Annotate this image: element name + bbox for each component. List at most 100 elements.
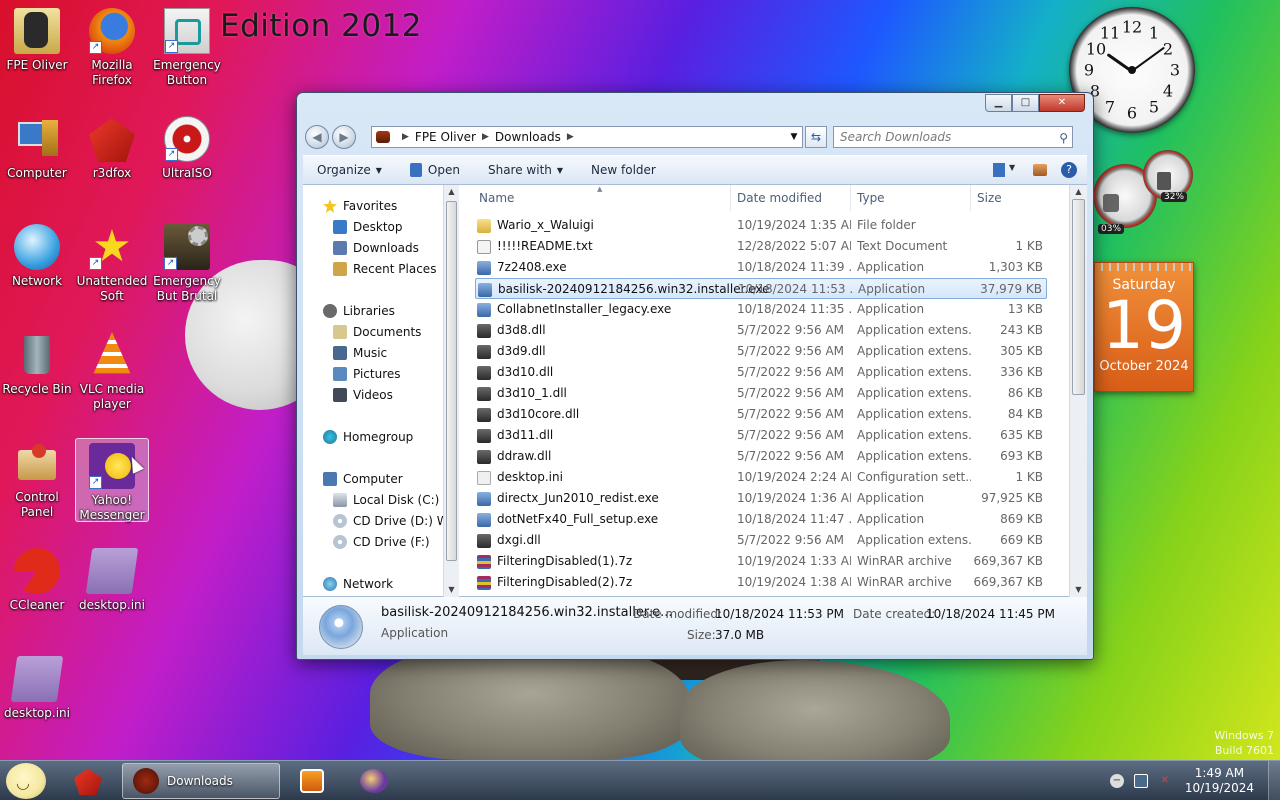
search-input[interactable]: Search Downloads ⚲ (833, 126, 1073, 148)
scroll-up-icon[interactable]: ▲ (444, 185, 459, 199)
share-with-button[interactable]: Share with ▼ (474, 163, 577, 177)
file-row[interactable]: directx_Jun2010_redist.exe 10/19/2024 1:3… (475, 488, 1047, 509)
file-row[interactable]: FilteringDisabled(2).7z 10/19/2024 1:38 A… (475, 572, 1047, 593)
nav-pictures[interactable]: Pictures (333, 364, 401, 384)
file-row[interactable]: CollabnetInstaller_legacy.exe 10/18/2024 … (475, 299, 1047, 320)
view-options-icon[interactable]: ▼ (993, 163, 1019, 177)
taskbar-media-player[interactable] (290, 763, 336, 799)
organize-button[interactable]: Organize ▼ (303, 163, 396, 177)
maximize-button[interactable]: □ (1012, 94, 1039, 112)
file-row[interactable]: d3d10_1.dll 5/7/2022 9:56 AM Application e… (475, 383, 1047, 404)
cd-drive-icon (333, 514, 347, 528)
desktop-icon-recycle-bin[interactable]: Recycle Bin (0, 328, 74, 397)
address-bar[interactable]: ▶ FPE Oliver ▶ Downloads ▶ ▼ (371, 126, 803, 148)
config-file-icon (85, 548, 139, 594)
desktop-icon-r3dfox[interactable]: r3dfox (75, 112, 149, 181)
file-type: Application extens... (857, 344, 971, 358)
file-row[interactable]: Wario_x_Waluigi 10/19/2024 1:35 AM File fo… (475, 215, 1047, 236)
file-row[interactable]: dotNetFx40_Full_setup.exe 10/18/2024 11:4… (475, 509, 1047, 530)
desktop-icon-ultraiso[interactable]: ↗ UltraISO (150, 112, 224, 181)
file-row[interactable]: FilteringDisabled(1).7z 10/19/2024 1:33 A… (475, 551, 1047, 572)
show-desktop-button[interactable] (1268, 761, 1280, 800)
close-button[interactable]: ✕ (1039, 94, 1085, 112)
help-icon[interactable]: ? (1061, 162, 1077, 178)
tray-status-icon[interactable]: − (1109, 774, 1124, 788)
nav-libraries[interactable]: Libraries (323, 301, 395, 321)
preview-pane-icon[interactable] (1033, 164, 1047, 176)
file-row[interactable]: desktop.ini 10/19/2024 2:24 AM Configurati… (475, 467, 1047, 488)
scroll-up-icon[interactable]: ▲ (1070, 185, 1087, 199)
nav-cd-drive-f[interactable]: CD Drive (F:) (333, 532, 430, 552)
file-row[interactable]: d3d9.dll 5/7/2022 9:56 AM Application exte… (475, 341, 1047, 362)
file-row[interactable]: d3d10core.dll 5/7/2022 9:56 AM Application… (475, 404, 1047, 425)
file-row[interactable]: ddraw.dll 5/7/2022 9:56 AM Application ext… (475, 446, 1047, 467)
scroll-down-icon[interactable]: ▼ (1070, 583, 1087, 597)
nav-videos[interactable]: Videos (333, 385, 393, 405)
desktop-icon-firefox[interactable]: ↗ Mozilla Firefox (75, 4, 149, 88)
nav-cd-drive-d[interactable]: CD Drive (D:) Wir (333, 511, 457, 531)
back-button[interactable]: ◀ (305, 125, 329, 149)
nav-pane-scrollbar[interactable]: ▲ ▼ (443, 185, 459, 597)
scroll-thumb[interactable] (446, 201, 457, 561)
nav-homegroup[interactable]: Homegroup (323, 427, 413, 447)
taskbar-clock[interactable]: 1:49 AM 10/19/2024 (1185, 766, 1254, 796)
breadcrumb-downloads[interactable]: Downloads (495, 130, 561, 144)
file-row[interactable]: !!!!!README.txt 12/28/2022 5:07 AM Text Do… (475, 236, 1047, 257)
open-button[interactable]: Open (396, 163, 474, 177)
desktop-icon-computer[interactable]: Computer (0, 112, 74, 181)
column-header-type[interactable]: Type (851, 185, 971, 211)
desktop-icon-desktop-ini-1[interactable]: desktop.ini (75, 544, 149, 613)
scroll-thumb[interactable] (1072, 199, 1085, 395)
desktop-icon-control-panel[interactable]: Control Panel (0, 436, 74, 520)
nav-music[interactable]: Music (333, 343, 387, 363)
file-row[interactable]: d3d11.dll 5/7/2022 9:56 AM Application ext… (475, 425, 1047, 446)
firefox-icon: ↗ (89, 8, 135, 54)
nav-documents[interactable]: Documents (333, 322, 421, 342)
calendar-gadget[interactable]: Saturday 19 October 2024 (1094, 262, 1194, 392)
nav-computer[interactable]: Computer (323, 469, 403, 489)
file-size: 669,367 KB (973, 554, 1043, 568)
nav-local-disk-c[interactable]: Local Disk (C:) (333, 490, 439, 510)
new-folder-button[interactable]: New folder (577, 163, 670, 177)
taskbar-downloads-window[interactable]: Downloads (122, 763, 280, 799)
file-size: 13 KB (1007, 302, 1043, 316)
scroll-down-icon[interactable]: ▼ (444, 583, 459, 597)
file-name: FilteringDisabled(2).7z (497, 575, 633, 589)
nav-favorites[interactable]: Favorites (323, 196, 397, 216)
desktop-icon-ccleaner[interactable]: CCleaner (0, 544, 74, 613)
file-row[interactable]: dxgi.dll 5/7/2022 9:56 AM Application exte… (475, 530, 1047, 551)
desktop-icon-emergency-button[interactable]: ↗ Emergency Button (150, 4, 224, 88)
cpu-meter-gadget[interactable]: 03% 32% (1093, 150, 1193, 245)
nav-desktop[interactable]: Desktop (333, 217, 403, 237)
file-list-scrollbar[interactable]: ▲ ▼ (1069, 185, 1087, 597)
desktop-icon-network[interactable]: Network (0, 220, 74, 289)
desktop-icon-desktop-ini-2[interactable]: desktop.ini (0, 652, 74, 721)
desktop-icon-fpe-oliver[interactable]: FPE Oliver (0, 4, 74, 73)
address-dropdown-icon[interactable]: ▼ (786, 132, 802, 142)
desktop-icon-vlc[interactable]: VLC media player (75, 328, 149, 412)
nav-network[interactable]: Network (323, 574, 393, 594)
file-row[interactable]: d3d10.dll 5/7/2022 9:56 AM Application ext… (475, 362, 1047, 383)
file-row[interactable]: d3d8.dll 5/7/2022 9:56 AM Application exte… (475, 320, 1047, 341)
explorer-window[interactable]: ▁ □ ✕ ◀ ▶ ▶ FPE Oliver ▶ Downloads ▶ ▼ ⇆… (296, 92, 1094, 660)
desktop-icon-yahoo-messenger[interactable]: ↗ Yahoo! Messenger (75, 438, 149, 522)
nav-recent-places[interactable]: Recent Places (333, 259, 436, 279)
minimize-button[interactable]: ▁ (985, 94, 1012, 112)
file-row[interactable]: basilisk-20240912184256.win32.installer.… (475, 278, 1047, 299)
volume-muted-icon[interactable]: ✕ (1158, 774, 1172, 788)
network-tray-icon[interactable] (1133, 774, 1148, 788)
refresh-button[interactable]: ⇆ (805, 126, 827, 148)
column-header-size[interactable]: Size (971, 185, 1049, 211)
nav-downloads[interactable]: Downloads (333, 238, 419, 258)
file-row[interactable]: 7z2408.exe 10/18/2024 11:39 ... Applicatio… (475, 257, 1047, 278)
forward-button[interactable]: ▶ (332, 125, 356, 149)
file-date-modified: 5/7/2022 9:56 AM (737, 407, 845, 421)
taskbar-r3dfox[interactable] (66, 763, 112, 799)
desktop-icon-emergency-but-brutal[interactable]: ↗ Emergency But Brutal (150, 220, 224, 304)
column-header-date-modified[interactable]: Date modified (731, 185, 851, 211)
desktop-icon-unattended-soft[interactable]: ★ ↗ Unattended Soft (75, 220, 149, 304)
start-button[interactable]: ◡ (6, 763, 46, 799)
file-type-icon (477, 324, 491, 338)
taskbar-character-app[interactable] (350, 763, 400, 799)
breadcrumb-fpe-oliver[interactable]: FPE Oliver (415, 130, 476, 144)
